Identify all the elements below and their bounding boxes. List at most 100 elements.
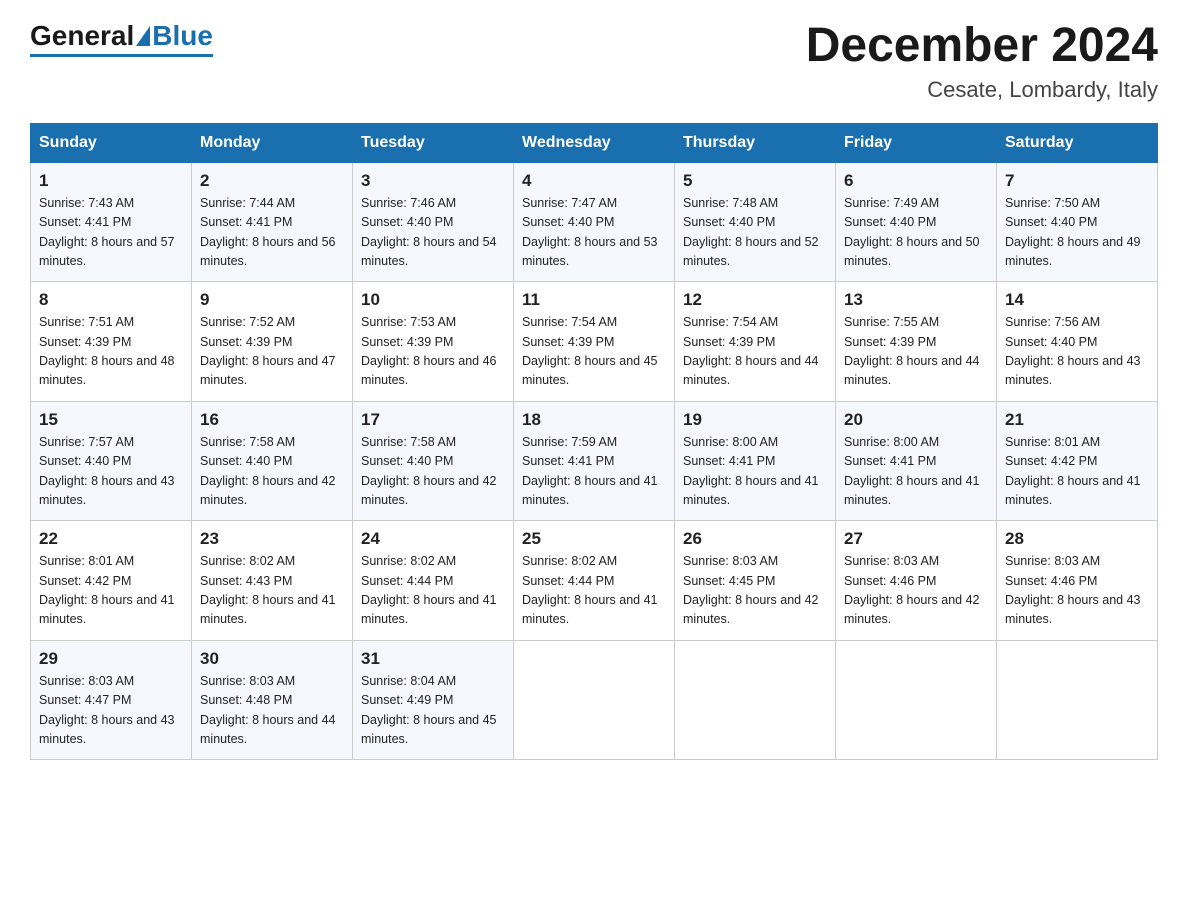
calendar-day-cell: 23 Sunrise: 8:02 AMSunset: 4:43 PMDaylig… bbox=[192, 521, 353, 641]
day-info: Sunrise: 8:00 AMSunset: 4:41 PMDaylight:… bbox=[683, 435, 819, 507]
day-info: Sunrise: 7:58 AMSunset: 4:40 PMDaylight:… bbox=[361, 435, 497, 507]
calendar-day-cell: 6 Sunrise: 7:49 AMSunset: 4:40 PMDayligh… bbox=[836, 162, 997, 282]
day-info: Sunrise: 7:56 AMSunset: 4:40 PMDaylight:… bbox=[1005, 315, 1141, 387]
day-info: Sunrise: 7:46 AMSunset: 4:40 PMDaylight:… bbox=[361, 196, 497, 268]
day-info: Sunrise: 7:53 AMSunset: 4:39 PMDaylight:… bbox=[361, 315, 497, 387]
day-number: 10 bbox=[361, 290, 505, 310]
calendar-week-row: 1 Sunrise: 7:43 AMSunset: 4:41 PMDayligh… bbox=[31, 162, 1158, 282]
calendar-day-cell: 18 Sunrise: 7:59 AMSunset: 4:41 PMDaylig… bbox=[514, 401, 675, 521]
day-number: 6 bbox=[844, 171, 988, 191]
logo-underline bbox=[30, 54, 213, 57]
calendar-day-cell: 22 Sunrise: 8:01 AMSunset: 4:42 PMDaylig… bbox=[31, 521, 192, 641]
title-area: December 2024 Cesate, Lombardy, Italy bbox=[806, 20, 1158, 103]
calendar-day-cell: 12 Sunrise: 7:54 AMSunset: 4:39 PMDaylig… bbox=[675, 282, 836, 402]
day-number: 17 bbox=[361, 410, 505, 430]
weekday-header-sunday: Sunday bbox=[31, 123, 192, 162]
calendar-day-cell: 21 Sunrise: 8:01 AMSunset: 4:42 PMDaylig… bbox=[997, 401, 1158, 521]
day-info: Sunrise: 7:48 AMSunset: 4:40 PMDaylight:… bbox=[683, 196, 819, 268]
day-number: 7 bbox=[1005, 171, 1149, 191]
day-number: 3 bbox=[361, 171, 505, 191]
day-number: 9 bbox=[200, 290, 344, 310]
calendar-day-cell: 15 Sunrise: 7:57 AMSunset: 4:40 PMDaylig… bbox=[31, 401, 192, 521]
calendar-day-cell: 2 Sunrise: 7:44 AMSunset: 4:41 PMDayligh… bbox=[192, 162, 353, 282]
weekday-header-wednesday: Wednesday bbox=[514, 123, 675, 162]
day-number: 18 bbox=[522, 410, 666, 430]
day-info: Sunrise: 7:43 AMSunset: 4:41 PMDaylight:… bbox=[39, 196, 175, 268]
day-number: 2 bbox=[200, 171, 344, 191]
day-number: 30 bbox=[200, 649, 344, 669]
calendar-day-cell bbox=[836, 640, 997, 760]
day-number: 19 bbox=[683, 410, 827, 430]
day-number: 20 bbox=[844, 410, 988, 430]
day-info: Sunrise: 7:49 AMSunset: 4:40 PMDaylight:… bbox=[844, 196, 980, 268]
day-info: Sunrise: 7:47 AMSunset: 4:40 PMDaylight:… bbox=[522, 196, 658, 268]
calendar-day-cell: 13 Sunrise: 7:55 AMSunset: 4:39 PMDaylig… bbox=[836, 282, 997, 402]
day-number: 23 bbox=[200, 529, 344, 549]
day-info: Sunrise: 8:01 AMSunset: 4:42 PMDaylight:… bbox=[1005, 435, 1141, 507]
day-info: Sunrise: 8:03 AMSunset: 4:48 PMDaylight:… bbox=[200, 674, 336, 746]
logo: General Blue bbox=[30, 20, 213, 57]
page-header: General Blue December 2024 Cesate, Lomba… bbox=[30, 20, 1158, 103]
day-info: Sunrise: 7:50 AMSunset: 4:40 PMDaylight:… bbox=[1005, 196, 1141, 268]
calendar-table: SundayMondayTuesdayWednesdayThursdayFrid… bbox=[30, 123, 1158, 761]
day-number: 27 bbox=[844, 529, 988, 549]
logo-blue-text: Blue bbox=[152, 20, 213, 52]
calendar-day-cell: 10 Sunrise: 7:53 AMSunset: 4:39 PMDaylig… bbox=[353, 282, 514, 402]
day-info: Sunrise: 8:04 AMSunset: 4:49 PMDaylight:… bbox=[361, 674, 497, 746]
day-info: Sunrise: 7:44 AMSunset: 4:41 PMDaylight:… bbox=[200, 196, 336, 268]
weekday-header-row: SundayMondayTuesdayWednesdayThursdayFrid… bbox=[31, 123, 1158, 162]
day-info: Sunrise: 7:59 AMSunset: 4:41 PMDaylight:… bbox=[522, 435, 658, 507]
calendar-day-cell: 31 Sunrise: 8:04 AMSunset: 4:49 PMDaylig… bbox=[353, 640, 514, 760]
calendar-day-cell: 3 Sunrise: 7:46 AMSunset: 4:40 PMDayligh… bbox=[353, 162, 514, 282]
calendar-day-cell: 7 Sunrise: 7:50 AMSunset: 4:40 PMDayligh… bbox=[997, 162, 1158, 282]
weekday-header-saturday: Saturday bbox=[997, 123, 1158, 162]
calendar-day-cell: 30 Sunrise: 8:03 AMSunset: 4:48 PMDaylig… bbox=[192, 640, 353, 760]
calendar-day-cell bbox=[675, 640, 836, 760]
day-number: 16 bbox=[200, 410, 344, 430]
calendar-day-cell bbox=[997, 640, 1158, 760]
calendar-day-cell: 16 Sunrise: 7:58 AMSunset: 4:40 PMDaylig… bbox=[192, 401, 353, 521]
day-number: 25 bbox=[522, 529, 666, 549]
day-info: Sunrise: 7:51 AMSunset: 4:39 PMDaylight:… bbox=[39, 315, 175, 387]
calendar-day-cell: 9 Sunrise: 7:52 AMSunset: 4:39 PMDayligh… bbox=[192, 282, 353, 402]
calendar-day-cell: 24 Sunrise: 8:02 AMSunset: 4:44 PMDaylig… bbox=[353, 521, 514, 641]
calendar-day-cell: 29 Sunrise: 8:03 AMSunset: 4:47 PMDaylig… bbox=[31, 640, 192, 760]
day-info: Sunrise: 7:54 AMSunset: 4:39 PMDaylight:… bbox=[522, 315, 658, 387]
calendar-week-row: 29 Sunrise: 8:03 AMSunset: 4:47 PMDaylig… bbox=[31, 640, 1158, 760]
day-info: Sunrise: 7:58 AMSunset: 4:40 PMDaylight:… bbox=[200, 435, 336, 507]
calendar-day-cell: 5 Sunrise: 7:48 AMSunset: 4:40 PMDayligh… bbox=[675, 162, 836, 282]
day-number: 13 bbox=[844, 290, 988, 310]
day-number: 22 bbox=[39, 529, 183, 549]
calendar-day-cell: 17 Sunrise: 7:58 AMSunset: 4:40 PMDaylig… bbox=[353, 401, 514, 521]
weekday-header-monday: Monday bbox=[192, 123, 353, 162]
day-info: Sunrise: 8:03 AMSunset: 4:46 PMDaylight:… bbox=[844, 554, 980, 626]
day-info: Sunrise: 8:02 AMSunset: 4:44 PMDaylight:… bbox=[361, 554, 497, 626]
day-number: 14 bbox=[1005, 290, 1149, 310]
calendar-day-cell: 27 Sunrise: 8:03 AMSunset: 4:46 PMDaylig… bbox=[836, 521, 997, 641]
calendar-day-cell: 8 Sunrise: 7:51 AMSunset: 4:39 PMDayligh… bbox=[31, 282, 192, 402]
calendar-day-cell: 4 Sunrise: 7:47 AMSunset: 4:40 PMDayligh… bbox=[514, 162, 675, 282]
calendar-day-cell: 25 Sunrise: 8:02 AMSunset: 4:44 PMDaylig… bbox=[514, 521, 675, 641]
day-number: 8 bbox=[39, 290, 183, 310]
calendar-day-cell: 20 Sunrise: 8:00 AMSunset: 4:41 PMDaylig… bbox=[836, 401, 997, 521]
day-number: 5 bbox=[683, 171, 827, 191]
calendar-day-cell: 1 Sunrise: 7:43 AMSunset: 4:41 PMDayligh… bbox=[31, 162, 192, 282]
weekday-header-thursday: Thursday bbox=[675, 123, 836, 162]
day-info: Sunrise: 7:55 AMSunset: 4:39 PMDaylight:… bbox=[844, 315, 980, 387]
day-number: 21 bbox=[1005, 410, 1149, 430]
location-subtitle: Cesate, Lombardy, Italy bbox=[806, 77, 1158, 103]
day-number: 4 bbox=[522, 171, 666, 191]
calendar-day-cell: 14 Sunrise: 7:56 AMSunset: 4:40 PMDaylig… bbox=[997, 282, 1158, 402]
calendar-day-cell: 28 Sunrise: 8:03 AMSunset: 4:46 PMDaylig… bbox=[997, 521, 1158, 641]
day-number: 26 bbox=[683, 529, 827, 549]
calendar-week-row: 22 Sunrise: 8:01 AMSunset: 4:42 PMDaylig… bbox=[31, 521, 1158, 641]
day-number: 12 bbox=[683, 290, 827, 310]
month-title: December 2024 bbox=[806, 20, 1158, 73]
weekday-header-friday: Friday bbox=[836, 123, 997, 162]
day-number: 11 bbox=[522, 290, 666, 310]
day-info: Sunrise: 8:02 AMSunset: 4:44 PMDaylight:… bbox=[522, 554, 658, 626]
day-info: Sunrise: 8:01 AMSunset: 4:42 PMDaylight:… bbox=[39, 554, 175, 626]
calendar-day-cell: 26 Sunrise: 8:03 AMSunset: 4:45 PMDaylig… bbox=[675, 521, 836, 641]
day-info: Sunrise: 7:57 AMSunset: 4:40 PMDaylight:… bbox=[39, 435, 175, 507]
day-number: 15 bbox=[39, 410, 183, 430]
